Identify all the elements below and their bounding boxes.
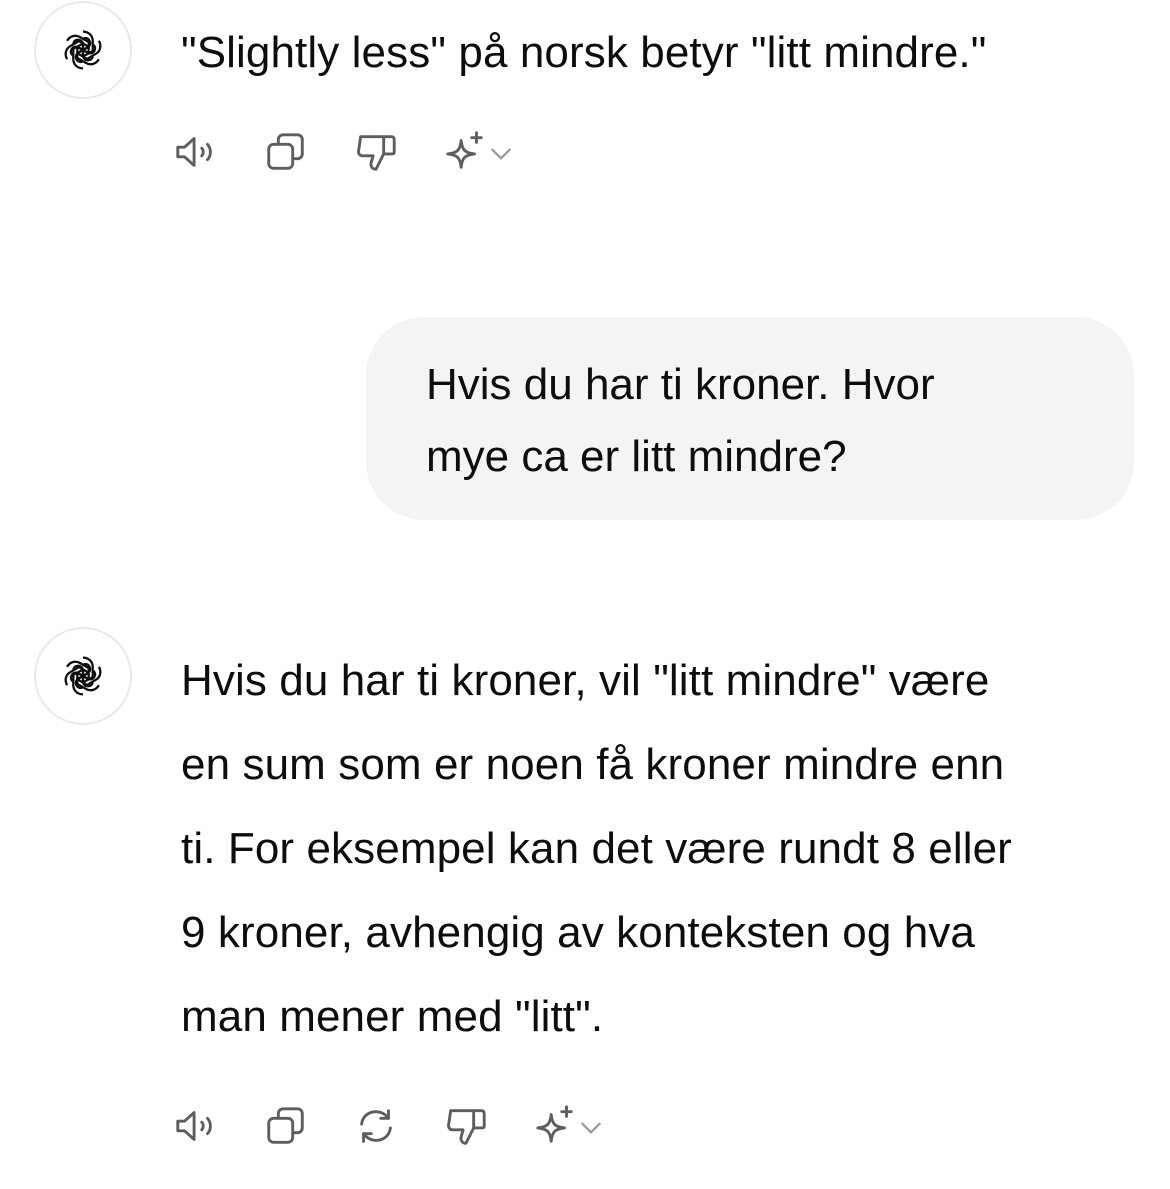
message-line: mye ca er litt mindre? xyxy=(426,432,847,481)
message-line: 9 kroner, avhengig av konteksten og hva xyxy=(181,908,975,957)
message-line: ti. For eksempel kan det være rundt 8 el… xyxy=(181,824,1012,873)
message-actions-2 xyxy=(172,1101,628,1151)
model-switch-button[interactable] xyxy=(442,128,538,176)
assistant-message-2: Hvis du har ti kroner, vil "litt mindre"… xyxy=(181,639,1012,1059)
assistant-avatar xyxy=(34,627,132,725)
message-line: Hvis du har ti kroner, vil "litt mindre"… xyxy=(181,656,990,705)
thumbs-down-button[interactable] xyxy=(352,128,400,176)
openai-logo-icon xyxy=(61,30,105,70)
thumbs-down-icon xyxy=(447,1109,486,1145)
copy-button[interactable] xyxy=(262,128,310,176)
regenerate-button[interactable] xyxy=(352,1102,400,1150)
sparkle-icon xyxy=(446,131,483,169)
message-line: en sum som er noen få kroner mindre enn xyxy=(181,740,1005,789)
copy-button[interactable] xyxy=(262,1102,310,1150)
chevron-down-icon xyxy=(581,1122,601,1134)
message-line: Hvis du har ti kroner. Hvor xyxy=(426,360,935,409)
message-line: "Slightly less" på norsk betyr "litt min… xyxy=(181,28,987,77)
assistant-avatar xyxy=(34,1,132,99)
read-aloud-button[interactable] xyxy=(172,128,220,176)
copy-icon xyxy=(267,1107,304,1144)
openai-logo-icon xyxy=(61,656,105,696)
message-actions-1 xyxy=(172,127,538,177)
read-aloud-icon xyxy=(176,137,212,167)
model-switch-button[interactable] xyxy=(532,1102,628,1150)
read-aloud-icon xyxy=(176,1111,212,1141)
user-message-bubble: Hvis du har ti kroner. Hvor mye ca er li… xyxy=(366,317,1134,520)
read-aloud-button[interactable] xyxy=(172,1102,220,1150)
copy-icon xyxy=(267,133,304,170)
thumbs-down-icon xyxy=(357,135,396,171)
chevron-down-icon xyxy=(491,148,511,160)
message-line: man mener med "litt". xyxy=(181,992,604,1041)
assistant-message-1: "Slightly less" på norsk betyr "litt min… xyxy=(181,28,986,78)
thumbs-down-button[interactable] xyxy=(442,1102,490,1150)
sparkle-icon xyxy=(536,1105,573,1143)
regenerate-icon xyxy=(360,1109,392,1143)
